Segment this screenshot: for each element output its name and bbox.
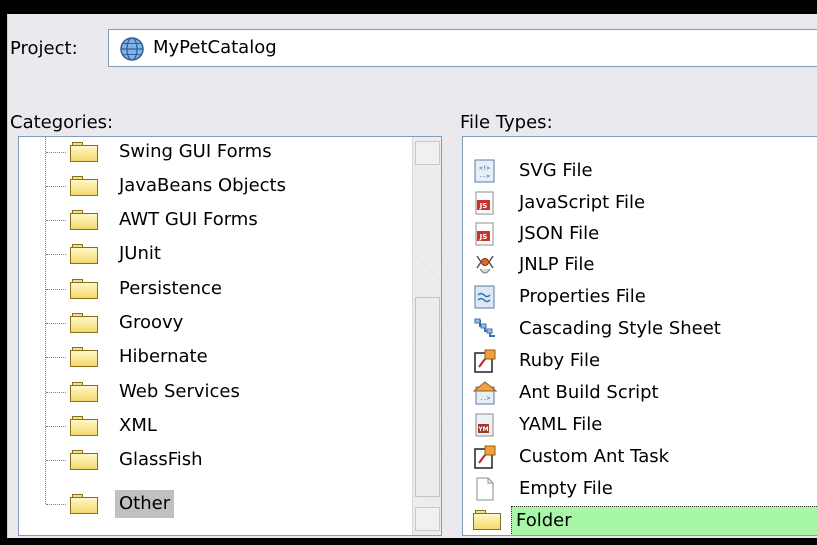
category-label: Hibernate <box>119 346 208 367</box>
file-type-label: YAML File <box>519 414 603 435</box>
folder-icon <box>70 450 98 470</box>
file-type-label: JSON File <box>519 223 600 244</box>
file-type-empty-file[interactable]: Empty File <box>463 473 817 505</box>
category-label: Persistence <box>119 278 222 299</box>
file-type-label: JNLP File <box>519 254 595 275</box>
folder-icon <box>70 244 98 264</box>
new-file-dialog: Project: MyPetCatalog Categories: File T… <box>7 14 817 538</box>
svg-text:YM: YM <box>477 426 488 433</box>
file-type-ruby[interactable]: Ruby File <box>463 345 817 377</box>
folder-icon <box>70 210 98 230</box>
category-label: JavaBeans Objects <box>119 175 286 196</box>
folder-icon <box>70 176 98 196</box>
categories-tree[interactable]: Swing GUI Forms JavaBeans Objects AWT GU… <box>18 136 442 536</box>
file-type-label: JavaScript File <box>519 192 646 213</box>
empty-file-icon <box>476 477 494 501</box>
file-type-properties[interactable]: Properties File <box>463 281 817 313</box>
categories-scrollbar[interactable] <box>412 137 441 535</box>
folder-icon <box>70 416 98 436</box>
file-type-label-selected: Folder <box>511 506 817 535</box>
file-type-folder[interactable]: Folder <box>463 504 817 535</box>
file-type-label: Empty File <box>519 478 613 499</box>
file-type-label: Custom Ant Task <box>519 446 670 467</box>
project-value: MyPetCatalog <box>153 37 277 58</box>
category-label: Web Services <box>119 381 240 402</box>
file-type-label: Cascading Style Sheet <box>519 318 721 339</box>
folder-icon <box>70 313 98 333</box>
category-label: JUnit <box>119 243 161 264</box>
svg-text:JS: JS <box>479 202 488 210</box>
globe-project-icon <box>120 37 144 61</box>
category-label: Groovy <box>119 312 184 333</box>
file-types-list[interactable]: <!> --> SVG File JS JavaScript File JS J… <box>462 136 817 536</box>
svg-text:<!>: <!> <box>479 165 490 172</box>
yaml-file-icon: YM <box>475 413 494 437</box>
folder-icon <box>70 142 98 162</box>
svg-text:JS: JS <box>479 233 488 241</box>
project-field[interactable]: MyPetCatalog <box>108 29 817 67</box>
scroll-up-button[interactable] <box>415 141 440 165</box>
category-label: AWT GUI Forms <box>119 209 258 230</box>
file-type-custom-ant-task[interactable]: Custom Ant Task <box>463 441 817 473</box>
svg-file-icon: <!> --> <box>474 159 495 183</box>
json-file-icon: JS <box>475 222 494 246</box>
file-type-javascript[interactable]: JS JavaScript File <box>463 187 817 219</box>
folder-icon <box>473 510 501 530</box>
category-label-selected: Other <box>115 490 175 518</box>
file-type-label: Properties File <box>519 286 646 307</box>
category-label: GlassFish <box>119 449 203 470</box>
tree-connector-line <box>45 137 46 504</box>
ruby-file-icon <box>474 349 496 373</box>
category-label: Swing GUI Forms <box>119 141 272 162</box>
folder-icon <box>70 347 98 367</box>
category-label: XML <box>119 415 157 436</box>
file-type-yaml[interactable]: YM YAML File <box>463 409 817 441</box>
file-type-label: Ant Build Script <box>519 382 659 403</box>
file-type-css[interactable]: Cascading Style Sheet <box>463 313 817 345</box>
folder-icon <box>70 382 98 402</box>
file-type-ant-build-script[interactable]: ..> Ant Build Script <box>463 377 817 409</box>
scroll-thumb[interactable] <box>415 297 440 497</box>
file-type-label: SVG File <box>519 160 593 181</box>
file-type-json[interactable]: JS JSON File <box>463 218 817 250</box>
ant-build-script-icon: ..> <box>473 381 497 405</box>
folder-icon <box>70 494 98 514</box>
file-type-jnlp[interactable]: JNLP File <box>463 249 817 281</box>
folder-icon <box>70 279 98 299</box>
scroll-down-button[interactable] <box>415 507 440 531</box>
jnlp-file-icon <box>476 255 494 274</box>
svg-text:-->: --> <box>479 173 490 180</box>
properties-file-icon <box>474 285 495 309</box>
file-type-label: Ruby File <box>519 350 601 371</box>
svg-text:..>: ..> <box>480 395 491 402</box>
file-type-svg[interactable]: <!> --> SVG File <box>463 155 817 187</box>
javascript-file-icon: JS <box>475 191 494 215</box>
css-file-icon <box>474 318 495 337</box>
file-types-label: File Types: <box>460 112 553 133</box>
custom-ant-task-icon <box>474 445 496 469</box>
categories-label: Categories: <box>10 112 114 133</box>
project-label: Project: <box>10 38 78 59</box>
